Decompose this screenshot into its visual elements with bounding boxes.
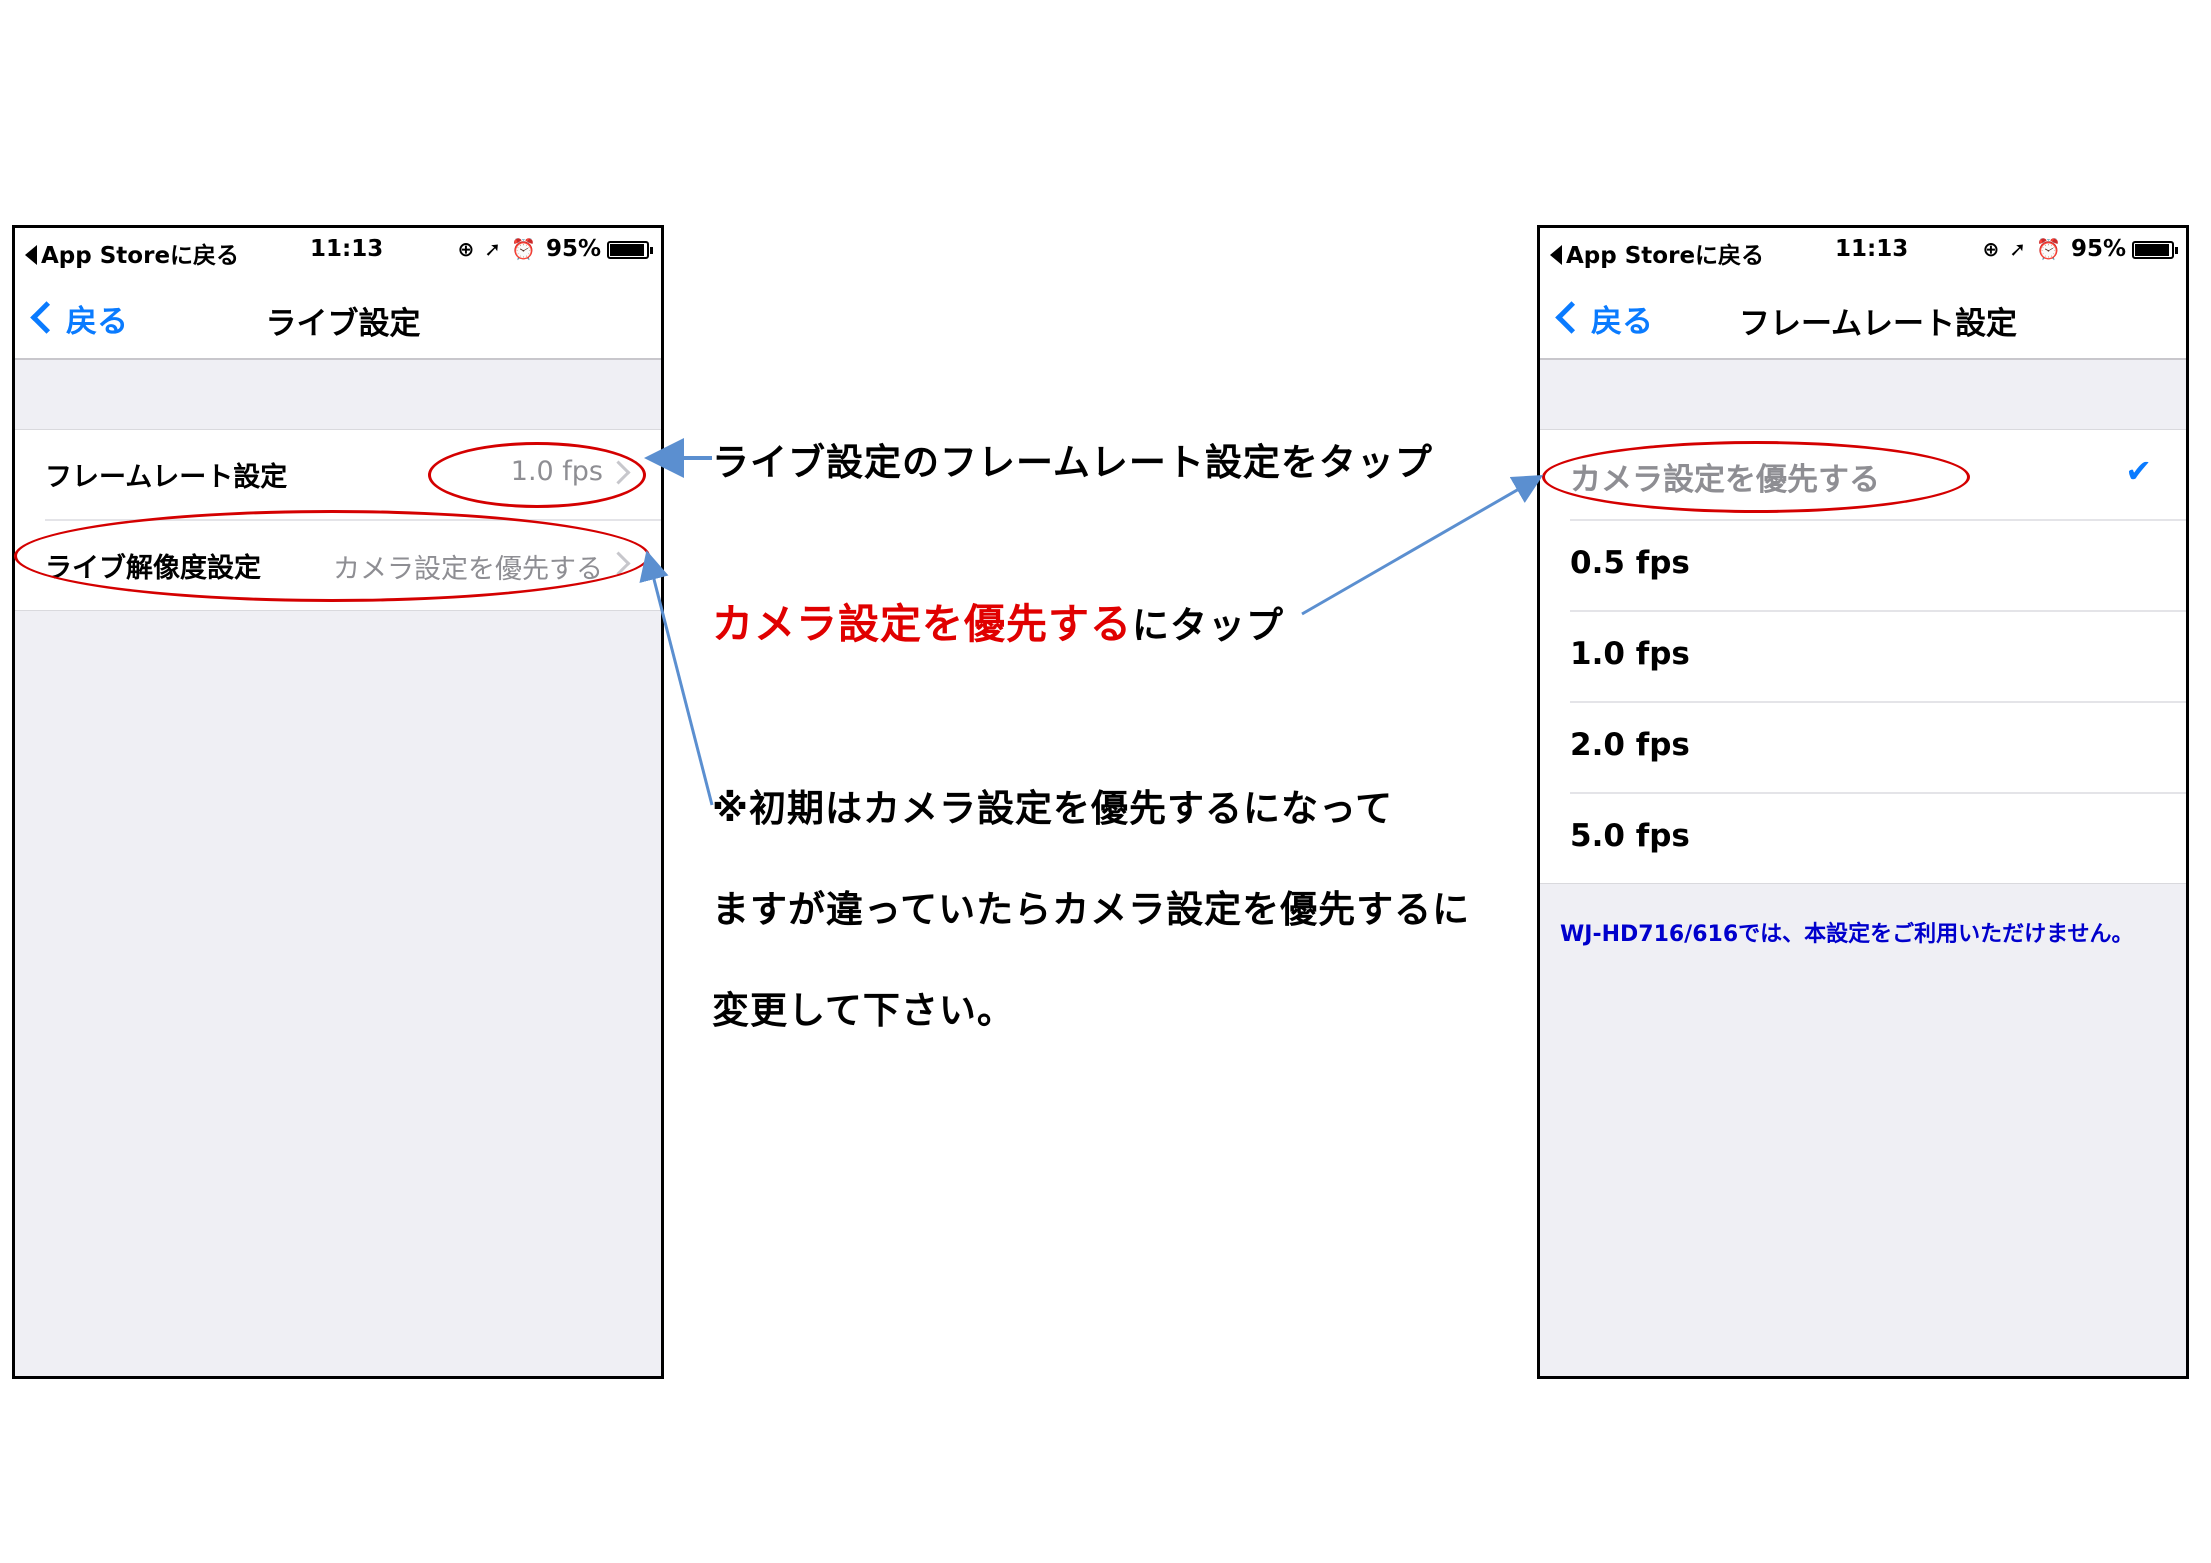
arrow-to-live-resolution-row [639,550,714,806]
annotation-arrows [639,438,1544,806]
arrow-to-prefer-camera-option [1301,475,1544,616]
